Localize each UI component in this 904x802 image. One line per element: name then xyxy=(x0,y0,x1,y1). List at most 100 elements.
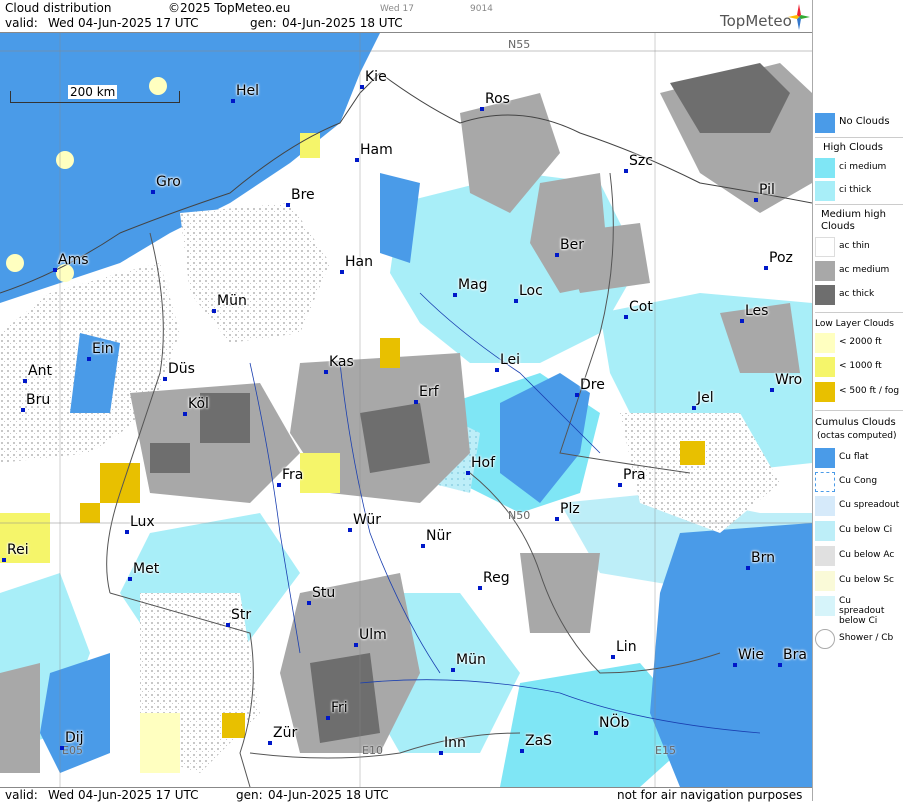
legend-octas-note: (octas computed) xyxy=(817,431,897,441)
city-dot xyxy=(495,368,499,372)
city-dot xyxy=(466,471,470,475)
city-label: Bre xyxy=(291,187,315,203)
grid-label-n55: N55 xyxy=(508,38,531,51)
city-dot xyxy=(778,663,782,667)
city-dot xyxy=(324,370,328,374)
city-label: Düs xyxy=(168,361,195,377)
city-dot xyxy=(340,270,344,274)
cloud-layer xyxy=(0,33,812,787)
footer-gen-label: gen: xyxy=(236,788,263,802)
city-label: Str xyxy=(231,607,252,623)
footer-disclaimer: not for air navigation purposes xyxy=(617,788,803,802)
city-label: Dij xyxy=(65,730,84,746)
legend-lt2000: < 2000 ft xyxy=(815,332,903,354)
grid-label-e15: E15 xyxy=(655,744,676,757)
legend-cu-flat: Cu flat xyxy=(815,447,903,469)
legend-cu-below-ci: Cu below Ci xyxy=(815,520,903,542)
copyright: ©2025 TopMeteo.eu xyxy=(168,1,291,15)
header-bar: Cloud distribution ©2025 TopMeteo.eu Wed… xyxy=(0,0,812,33)
city-dot xyxy=(307,601,311,605)
city-dot xyxy=(286,203,290,207)
city-dot xyxy=(520,749,524,753)
city-dot xyxy=(692,406,696,410)
city-dot xyxy=(60,746,64,750)
city-dot xyxy=(478,586,482,590)
legend-cu-spreadout-below-ci: Cu spreadout below Ci xyxy=(815,595,903,626)
city-label: NÖb xyxy=(599,715,630,731)
city-dot xyxy=(151,190,155,194)
city-dot xyxy=(355,158,359,162)
footer-valid-time: Wed 04-Jun-2025 17 UTC xyxy=(48,788,199,802)
legend-cu-below-sc: Cu below Sc xyxy=(815,570,903,592)
city-dot xyxy=(226,623,230,627)
scale-label: 200 km xyxy=(68,85,118,99)
city-dot xyxy=(354,643,358,647)
city-label: Gro xyxy=(156,174,181,190)
legend-shower-cb: Shower / Cb xyxy=(815,628,903,650)
gen-label: gen: xyxy=(250,16,277,30)
city-label: Han xyxy=(345,254,373,270)
time-tab-label: Wed 17 xyxy=(380,4,414,14)
legend-panel: No Clouds High Clouds ci medium ci thick… xyxy=(812,0,904,801)
city-dot xyxy=(480,107,484,111)
city-dot xyxy=(733,663,737,667)
city-dot xyxy=(575,393,579,397)
city-dot xyxy=(453,293,457,297)
footer-bar: valid: Wed 04-Jun-2025 17 UTC gen: 04-Ju… xyxy=(0,787,812,802)
city-dot xyxy=(740,319,744,323)
city-label: Szc xyxy=(629,153,653,169)
city-dot xyxy=(268,741,272,745)
city-label: Bru xyxy=(26,392,51,408)
city-dot xyxy=(764,266,768,270)
city-label: Lux xyxy=(130,514,155,530)
city-dot xyxy=(618,483,622,487)
city-label: Reg xyxy=(483,570,510,586)
cloud-map[interactable]: 200 km N55 N50 E05 E10 E15 Kie Hel Ros Ham S… xyxy=(0,33,812,787)
city-dot xyxy=(514,299,518,303)
city-dot xyxy=(231,99,235,103)
legend-medium-high-heading: Medium high Clouds xyxy=(821,209,886,232)
city-label: Poz xyxy=(769,250,793,266)
map-title: Cloud distribution xyxy=(5,1,112,15)
product-code: 9014 xyxy=(470,4,493,14)
city-dot xyxy=(87,357,91,361)
topmeteo-logo: TopMeteo xyxy=(720,12,792,30)
city-label: Erf xyxy=(419,384,439,400)
city-label: Wro xyxy=(775,372,803,388)
legend-ac-thin: ac thin xyxy=(815,236,903,258)
city-label: Plz xyxy=(560,501,580,517)
city-label: Mag xyxy=(458,277,488,293)
city-dot xyxy=(277,483,281,487)
city-label: Lin xyxy=(616,639,637,655)
gen-time: 04-Jun-2025 18 UTC xyxy=(282,16,403,30)
city-dot xyxy=(624,169,628,173)
legend-cu-spreadout: Cu spreadout xyxy=(815,495,903,517)
legend-no-clouds: No Clouds xyxy=(815,112,903,134)
legend-ac-thick: ac thick xyxy=(815,284,903,306)
city-dot xyxy=(125,530,129,534)
city-label: Stu xyxy=(312,585,336,601)
city-label: Kas xyxy=(329,354,354,370)
city-label: Fri xyxy=(331,700,348,716)
city-dot xyxy=(770,388,774,392)
city-label: Lei xyxy=(500,352,521,368)
footer-valid-label: valid: xyxy=(5,788,38,802)
legend-high-clouds-heading: High Clouds xyxy=(823,142,883,153)
legend-ac-medium: ac medium xyxy=(815,260,903,282)
city-label: Brn xyxy=(751,550,775,566)
city-dot xyxy=(611,655,615,659)
city-label: ZaS xyxy=(525,733,553,749)
legend-swatch xyxy=(815,113,835,133)
city-label: Loc xyxy=(519,283,543,299)
city-label: Met xyxy=(133,561,160,577)
city-label: Hel xyxy=(236,83,260,99)
city-label: Ros xyxy=(485,91,510,107)
city-label: Ams xyxy=(58,252,89,268)
city-dot xyxy=(212,309,216,313)
city-dot xyxy=(128,577,132,581)
legend-fog: < 500 ft / fog xyxy=(815,381,903,403)
city-label: Pra xyxy=(623,467,646,483)
city-label: Mün xyxy=(217,293,247,309)
valid-time: Wed 04-Jun-2025 17 UTC xyxy=(48,16,199,30)
city-dot xyxy=(348,528,352,532)
